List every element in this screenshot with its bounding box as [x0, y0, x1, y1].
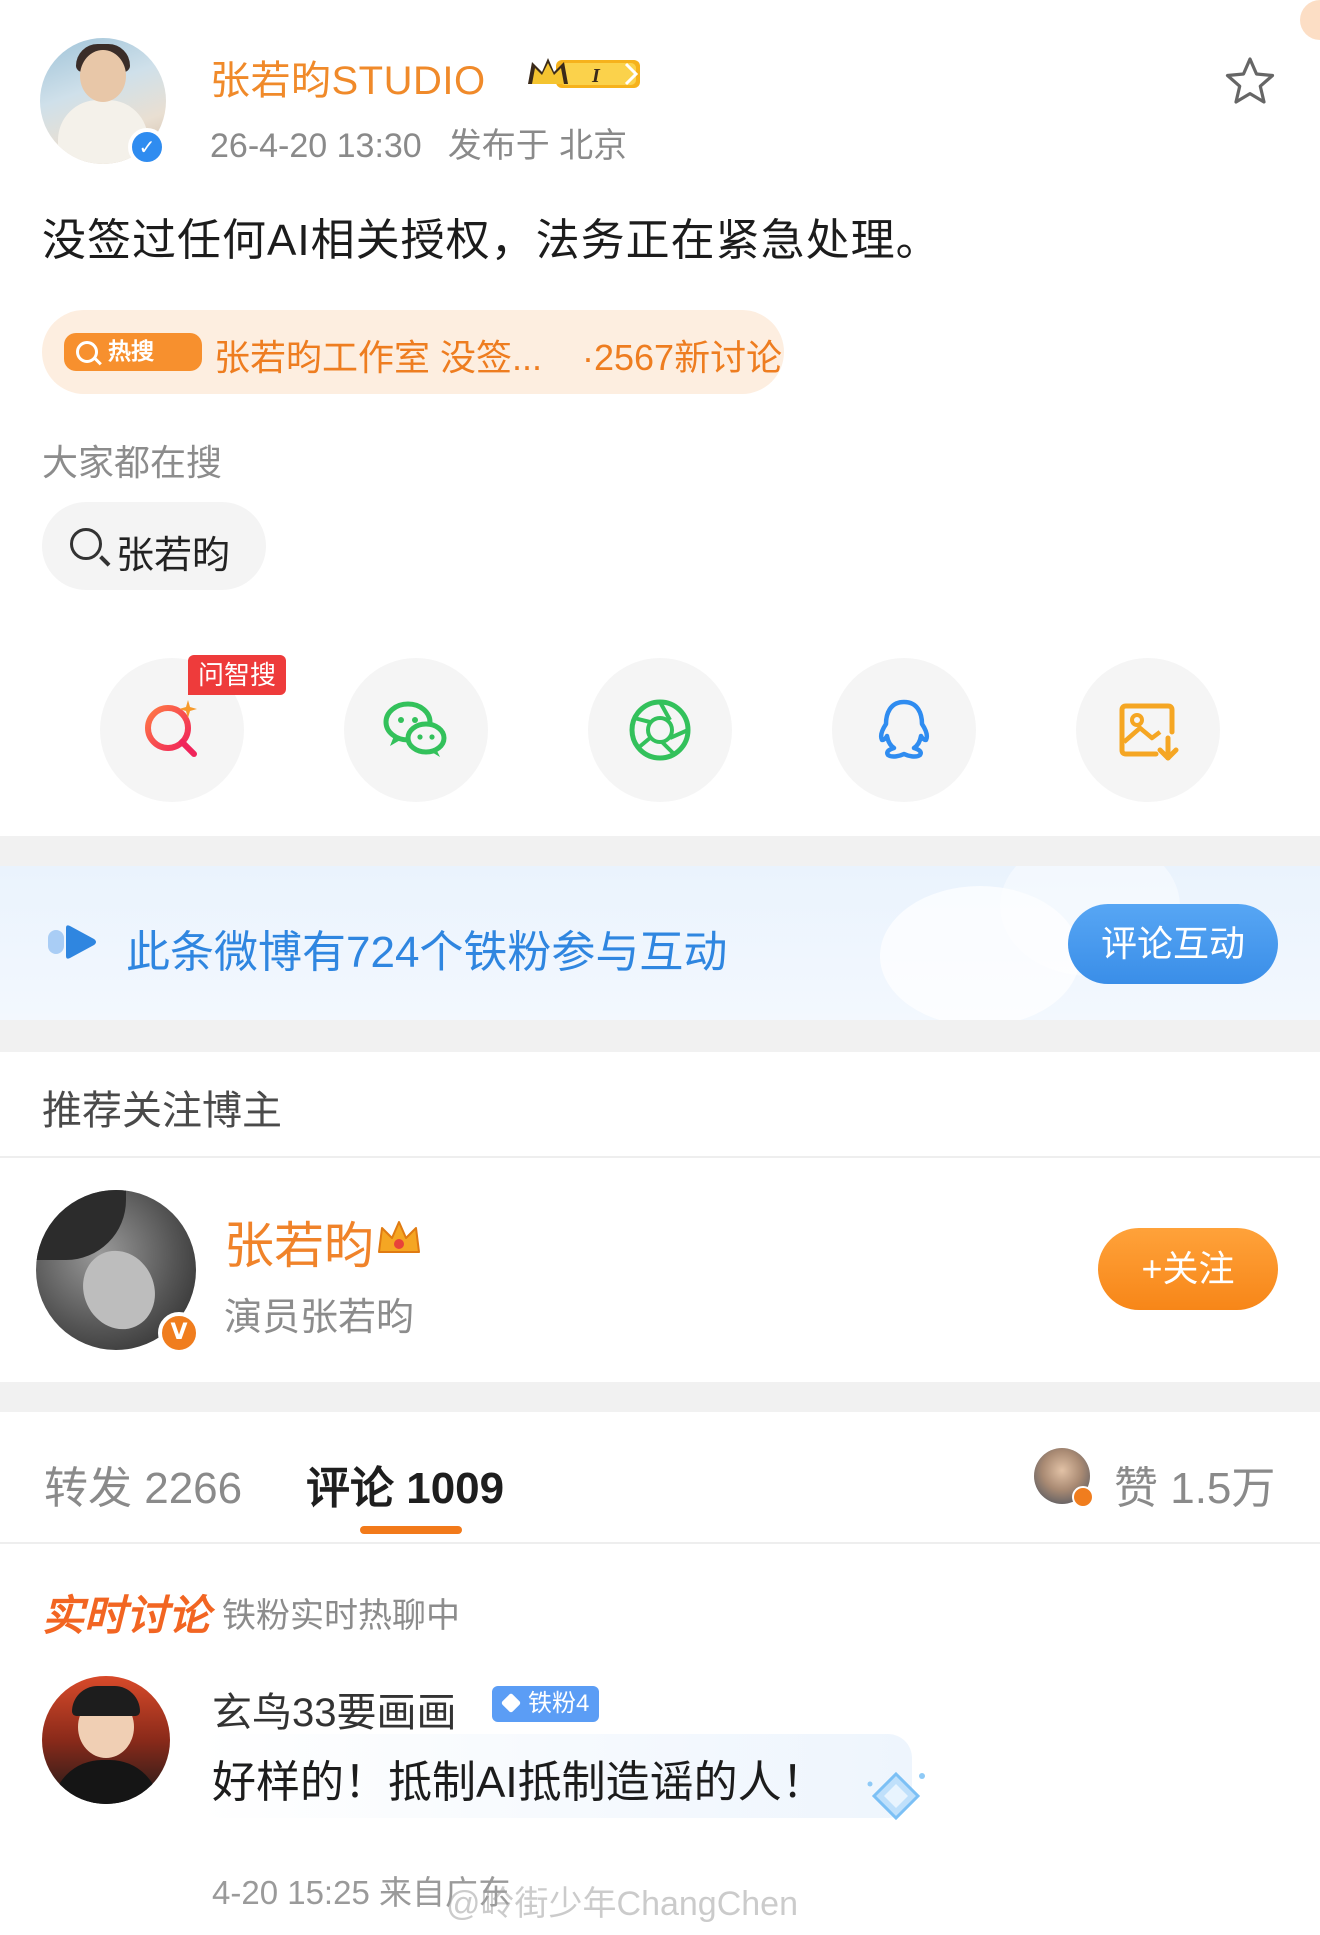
comment-interact-button[interactable]: 评论互动 — [1068, 904, 1278, 984]
fans-arrow-icon — [48, 925, 96, 959]
watermark: @岭街少年ChangChen — [446, 1885, 798, 1923]
share-qq-button[interactable] — [832, 658, 976, 802]
share-moments-button[interactable] — [588, 658, 732, 802]
save-image-button[interactable] — [1076, 658, 1220, 802]
hot-search-pill[interactable]: 热搜 张若昀工作室 没签... ·2567新讨论 — [42, 310, 784, 394]
follow-button[interactable]: +关注 — [1098, 1228, 1278, 1310]
fan-level-label: 铁粉4 — [528, 1690, 590, 1717]
commenter-avatar[interactable] — [42, 1676, 170, 1804]
post-meta: 26-4-20 13:30 发布于 北京 — [210, 118, 627, 167]
post-text: 没签过任何AI相关授权，法务正在紧急处理。 — [42, 216, 941, 265]
commenter-name[interactable]: 玄鸟33要画画 — [212, 1680, 457, 1738]
related-search-label: 大家都在搜 — [42, 442, 223, 483]
verified-orange-icon — [1072, 1486, 1094, 1508]
search-icon — [70, 528, 102, 560]
verified-blue-icon: ✓ — [128, 128, 166, 166]
tab-repost[interactable]: 转发 2266 — [44, 1452, 242, 1516]
recommend-title: 推荐关注博主 — [42, 1089, 282, 1133]
fan-level-badge: 铁粉4 — [492, 1686, 600, 1722]
diamond-decoration-icon — [867, 1771, 925, 1821]
active-tab-indicator — [360, 1526, 462, 1534]
recommend-description: 演员张若昀 — [224, 1297, 415, 1339]
wechat-icon — [383, 701, 447, 757]
share-wechat-button[interactable] — [344, 658, 488, 802]
related-search-query: 张若昀 — [116, 535, 231, 577]
verified-orange-icon: V — [158, 1312, 200, 1354]
tab-likes[interactable]: 赞 1.5万 — [1114, 1452, 1275, 1516]
tab-comment[interactable]: 评论 1009 — [306, 1452, 504, 1516]
section-separator — [0, 836, 1320, 866]
post-time: 26-4-20 13:30 — [210, 127, 422, 165]
member-crown-icon: I — [528, 58, 640, 88]
moments-icon — [629, 699, 691, 761]
author-name[interactable]: 张若昀STUDIO — [210, 48, 486, 106]
hot-search-tag-label: 热搜 — [108, 339, 154, 365]
ai-search-badge: 问智搜 — [188, 655, 287, 695]
corner-decoration — [1300, 0, 1320, 40]
hot-search-title: 张若昀工作室 没签... — [214, 337, 543, 378]
hot-search-tag: 热搜 — [64, 333, 202, 371]
ai-search-icon — [145, 700, 197, 757]
crown-icon — [378, 1221, 420, 1253]
live-discussion-title: 实时讨论 — [42, 1592, 211, 1639]
hot-search-count: ·2567新讨论 — [582, 337, 783, 378]
search-icon — [76, 341, 98, 363]
divider — [0, 1156, 1320, 1158]
live-discussion-subtitle: 铁粉实时热聊中 — [222, 1597, 460, 1635]
recommend-name[interactable]: 张若昀 — [224, 1206, 374, 1278]
iron-fans-banner: 此条微博有724个铁粉参与互动 评论互动 — [0, 866, 1320, 1020]
section-separator — [0, 1382, 1320, 1412]
section-separator — [0, 1020, 1320, 1052]
favorite-star-icon[interactable] — [1222, 54, 1278, 110]
divider — [0, 1542, 1320, 1544]
level-badge-text: I — [591, 65, 601, 87]
diamond-icon — [500, 1692, 522, 1714]
save-image-icon — [1119, 703, 1179, 761]
iron-fans-text: 此条微博有724个铁粉参与互动 — [126, 928, 728, 977]
post-location: 发布于 北京 — [447, 127, 628, 165]
qq-icon — [878, 699, 930, 759]
comment-text: 好样的！抵制AI抵制造谣的人！ — [212, 1758, 826, 1807]
related-search-chip[interactable]: 张若昀 — [42, 502, 266, 590]
